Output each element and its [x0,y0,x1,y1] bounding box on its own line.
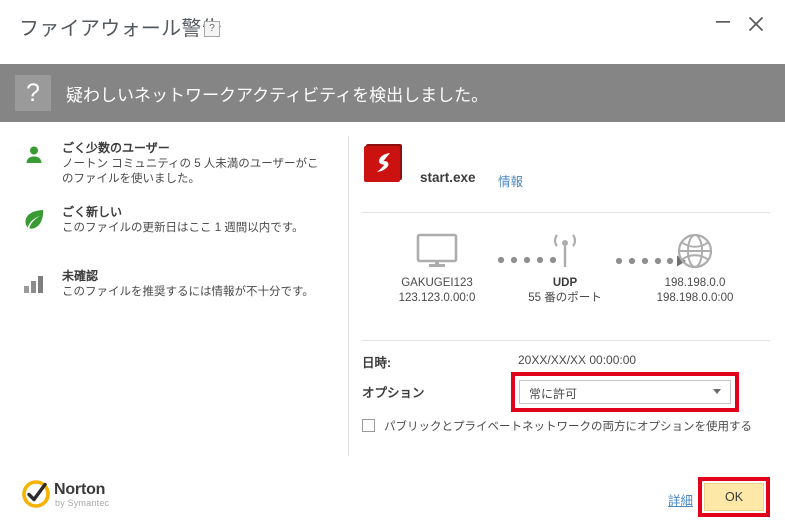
flow-node-protocol: UDP 55 番のポート [510,232,620,306]
flow-protocol: UDP [552,277,578,289]
detail-link[interactable]: 詳細 [668,490,693,509]
file-name: start.exe [420,170,476,185]
section-divider [362,212,770,213]
list-item-title: 未確認 [62,269,99,283]
norton-brand-sub: by Symantec [55,498,110,508]
date-label: 日時: [362,356,392,370]
apply-both-networks-checkbox[interactable] [362,419,375,432]
section-divider [362,340,770,341]
leaf-icon [25,210,44,229]
flow-remote-address: 198.198.0.0:00 [656,292,734,304]
help-icon[interactable]: ? [204,21,220,37]
detail-panel: start.exe 情報 GAKUGEI123 123.123.0.00:0 U… [349,136,785,456]
apply-both-networks-row: パブリックとプライベートネットワークの両方にオプションを使用する [362,418,770,438]
norton-logo: Norton by Symantec [22,478,142,512]
list-item-description: ノートン コミュニティの 5 人未満のユーザーがこのファイルを使いました。 [62,158,319,185]
globe-icon [677,233,713,269]
date-value: 20XX/XX/XX 00:00:00 [518,353,637,367]
reputation-list: ごく少数のユーザー ノートン コミュニティの 5 人未満のユーザーがこのファイル… [0,140,348,332]
monitor-icon-wrap [372,232,502,276]
option-dropdown-value: 常に許可 [529,387,578,401]
alert-banner: ? 疑わしいネットワークアクティビティを検出しました。 [0,64,785,122]
flow-remote-host: 198.198.0.0 [664,277,726,289]
alert-message: 疑わしいネットワークアクティビティを検出しました。 [66,86,489,105]
list-item-title: ごく新しい [62,205,123,219]
flow-local-address: 123.123.0.00:0 [398,292,476,304]
list-item-title: ごく少数のユーザー [62,141,170,155]
title-bar: ファイアウォール警告 ? [0,0,785,57]
list-item-description: このファイルの更新日はここ 1 週間以内です。 [62,222,304,234]
flow-node-remote: 198.198.0.0 198.198.0.0:00 [630,232,760,306]
flow-port: 55 番のポート [528,292,602,304]
antenna-icon [553,234,577,267]
close-button[interactable] [739,8,773,38]
file-info-link[interactable]: 情報 [498,171,523,190]
firewall-alert-window: ファイアウォール警告 ? ? 疑わしいネットワークアクティビティを検出しました。… [0,0,785,525]
bar-chart-icon [24,276,43,293]
list-item: ごく新しい このファイルの更新日はここ 1 週間以内です。 [0,204,348,256]
flash-file-icon [364,144,402,182]
flow-node-local: GAKUGEI123 123.123.0.00:0 [372,232,502,306]
close-icon [748,16,764,32]
flow-local-host: GAKUGEI123 [401,277,473,289]
globe-icon-wrap [630,232,760,276]
ok-button[interactable]: OK [704,483,764,511]
list-item: 未確認 このファイルを推奨するには情報が不十分です。 [0,268,348,320]
norton-brand-name: Norton [54,481,106,498]
person-icon [26,146,42,163]
question-mark-icon: ? [15,75,51,111]
norton-check-icon [22,480,50,508]
list-item: ごく少数のユーザー ノートン コミュニティの 5 人未満のユーザーがこのファイル… [0,140,348,192]
antenna-icon-wrap [510,232,620,276]
minimize-icon [716,21,730,23]
chevron-down-icon [713,389,721,394]
list-item-description: このファイルを推奨するには情報が不十分です。 [62,286,314,298]
option-label: オプション [362,386,425,400]
option-dropdown[interactable]: 常に許可 [519,380,731,404]
network-flow-diagram: GAKUGEI123 123.123.0.00:0 UDP 55 番のポート 1… [362,232,770,332]
apply-both-networks-label: パブリックとプライベートネットワークの両方にオプションを使用する [384,421,752,433]
page-title: ファイアウォール警告 [19,18,222,40]
monitor-icon [416,233,458,267]
minimize-button[interactable] [706,8,740,38]
